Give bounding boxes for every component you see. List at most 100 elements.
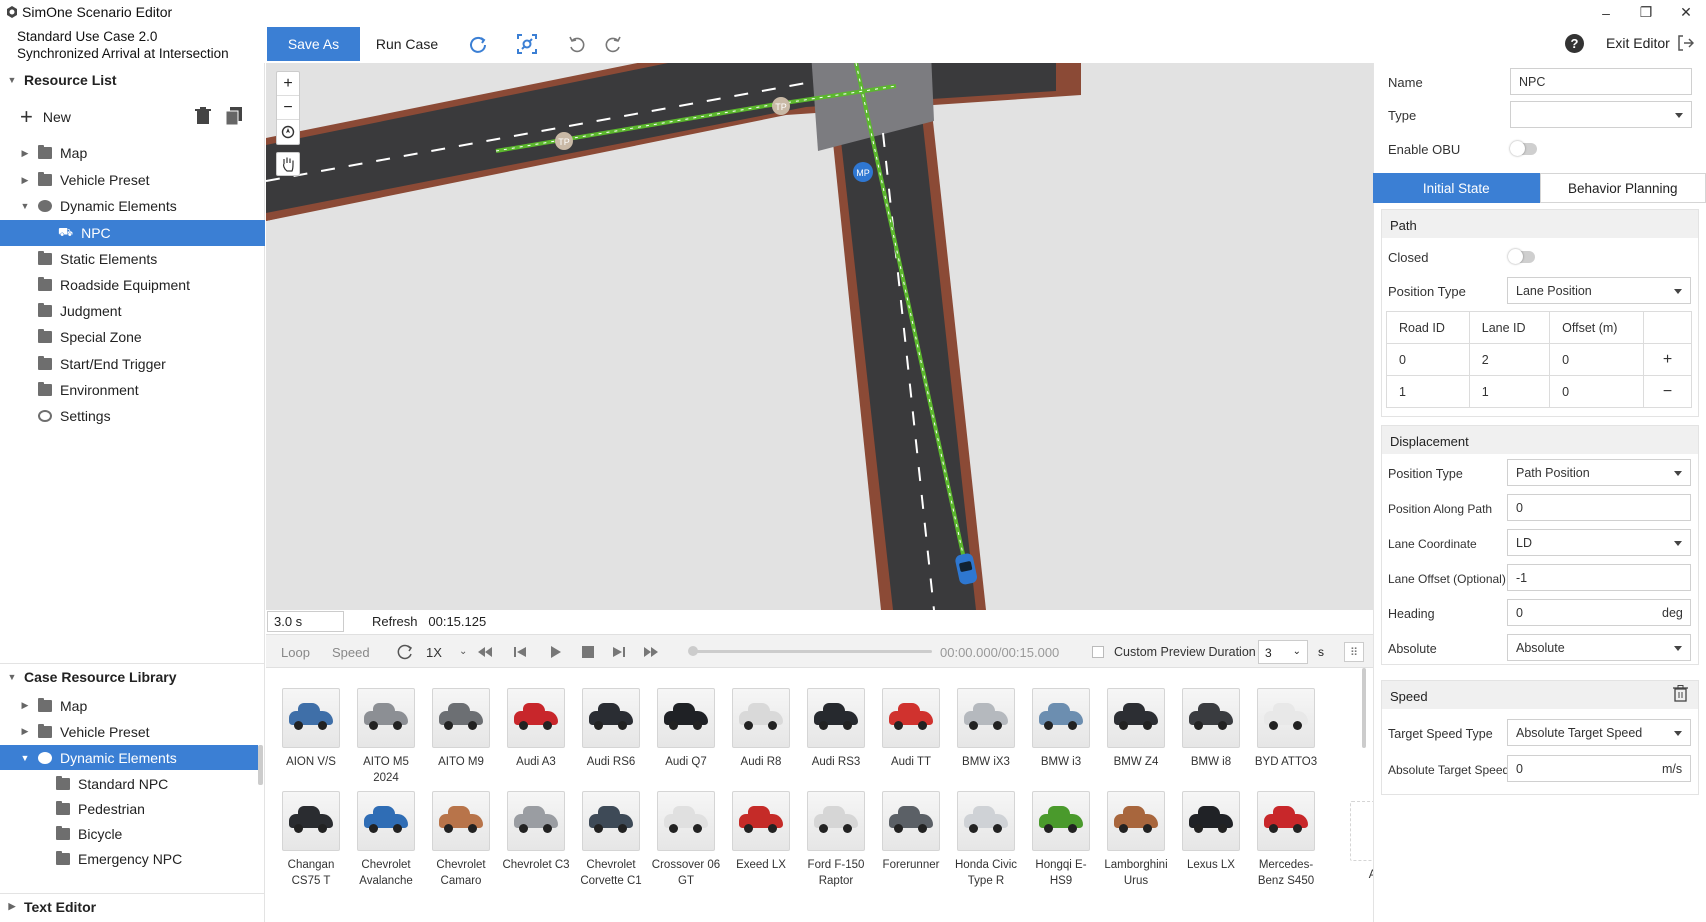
vehicle-card[interactable]: Mercedes-Benz S450 bbox=[1251, 791, 1321, 889]
tree-item-roadside-equipment[interactable]: Roadside Equipment bbox=[0, 272, 265, 298]
tree-item-dynamic-elements[interactable]: ▼ Dynamic Elements bbox=[0, 193, 265, 219]
restore-button[interactable]: ❐ bbox=[1626, 0, 1666, 25]
timeline-knob[interactable] bbox=[688, 646, 698, 656]
tp-marker-2[interactable]: TP bbox=[772, 97, 790, 115]
stop-icon[interactable] bbox=[579, 644, 597, 660]
lib-item-dynamic-elements[interactable]: ▼ Dynamic Elements bbox=[0, 745, 258, 770]
redo-icon[interactable] bbox=[602, 33, 624, 55]
closed-toggle[interactable] bbox=[1508, 249, 1535, 264]
tree-item-settings[interactable]: Settings bbox=[0, 403, 265, 429]
vehicle-card[interactable]: Audi RS6 bbox=[576, 688, 646, 770]
vehicle-card[interactable]: BMW iX3 bbox=[951, 688, 1021, 770]
vehicle-card[interactable]: BMW i3 bbox=[1026, 688, 1096, 770]
mp-marker[interactable]: MP bbox=[853, 162, 873, 182]
focus-icon[interactable] bbox=[516, 33, 538, 55]
vehicle-card[interactable]: Chevrolet Avalanche bbox=[351, 791, 421, 889]
library-scrollbar[interactable] bbox=[1362, 668, 1366, 748]
vehicle-card[interactable]: Forerunner bbox=[876, 791, 946, 873]
tree-item-map[interactable]: ▶ Map bbox=[0, 140, 265, 166]
play-icon[interactable] bbox=[546, 644, 564, 660]
timeline-track[interactable] bbox=[692, 650, 932, 653]
cell-offset[interactable]: 0 bbox=[1549, 375, 1644, 408]
vehicle-card[interactable]: Chevrolet Camaro bbox=[426, 791, 496, 889]
copy-icon[interactable] bbox=[226, 107, 242, 125]
vehicle-card[interactable]: Ford F-150 Raptor bbox=[801, 791, 871, 889]
road-map[interactable]: TP TP MP bbox=[266, 63, 1373, 610]
custom-duration-checkbox[interactable] bbox=[1092, 646, 1104, 658]
close-button[interactable]: ✕ bbox=[1666, 0, 1706, 25]
vehicle-card[interactable]: Chevrolet C3 bbox=[501, 791, 571, 873]
tree-item-npc[interactable]: ⛟ NPC bbox=[0, 220, 265, 246]
skip-start-icon[interactable] bbox=[511, 644, 529, 660]
vehicle-card[interactable]: Honda Civic Type R bbox=[951, 791, 1021, 889]
vehicle-card[interactable]: Audi R8 bbox=[726, 688, 796, 770]
library-scrollbar[interactable] bbox=[258, 745, 263, 785]
vehicle-card[interactable]: Hongqi E-HS9 bbox=[1026, 791, 1096, 889]
lane-coordinate-select[interactable]: LD bbox=[1507, 529, 1691, 556]
lib-item-emergency-npc[interactable]: Emergency NPC bbox=[0, 846, 265, 871]
delete-icon[interactable] bbox=[195, 107, 211, 125]
exit-editor-button[interactable]: Exit Editor bbox=[1606, 34, 1694, 52]
save-as-button[interactable]: Save As bbox=[267, 27, 360, 61]
lane-offset-input[interactable]: -1 bbox=[1507, 564, 1691, 591]
cell-road-id[interactable]: 1 bbox=[1386, 375, 1470, 408]
delete-icon[interactable] bbox=[1673, 685, 1688, 702]
loop-icon[interactable] bbox=[396, 644, 414, 660]
vehicle-card[interactable]: AION V/S bbox=[276, 688, 346, 770]
pan-hand-icon[interactable] bbox=[276, 152, 300, 176]
tree-item-static-elements[interactable]: Static Elements bbox=[0, 246, 265, 272]
vehicle-card[interactable]: Lexus LX bbox=[1176, 791, 1246, 873]
vehicle-card[interactable]: Crossover 06 GT bbox=[651, 791, 721, 889]
rewind-icon[interactable] bbox=[476, 644, 494, 660]
help-icon[interactable]: ? bbox=[1565, 34, 1584, 53]
grip-icon[interactable]: ⠿ bbox=[1344, 642, 1364, 662]
path-position-type-select[interactable]: Lane Position bbox=[1507, 277, 1691, 304]
target-speed-type-select[interactable]: Absolute Target Speed bbox=[1507, 719, 1691, 746]
tree-item-vehicle-preset[interactable]: ▶ Vehicle Preset bbox=[0, 167, 265, 193]
cell-road-id[interactable]: 0 bbox=[1386, 343, 1470, 376]
vehicle-card[interactable]: BMW i8 bbox=[1176, 688, 1246, 770]
vehicle-card[interactable]: Lamborghini Urus bbox=[1101, 791, 1171, 889]
skip-end-icon[interactable] bbox=[610, 644, 628, 660]
lib-item-vehicle-preset[interactable]: ▶ Vehicle Preset bbox=[0, 719, 265, 744]
duration-select[interactable]: 3 ⌄ bbox=[1258, 640, 1308, 664]
tree-item-judgment[interactable]: Judgment bbox=[0, 298, 265, 324]
rate-select[interactable]: 1X bbox=[426, 645, 442, 660]
zoom-in-button[interactable]: + bbox=[277, 72, 299, 96]
refresh-icon[interactable] bbox=[467, 33, 489, 55]
cell-offset[interactable]: 0 bbox=[1549, 343, 1644, 376]
text-editor-header[interactable]: ▶ Text Editor bbox=[0, 893, 265, 919]
compass-icon[interactable] bbox=[277, 120, 299, 144]
position-along-path-input[interactable]: 0 bbox=[1507, 494, 1691, 521]
name-input[interactable]: NPC bbox=[1510, 68, 1692, 95]
add-row-button[interactable]: + bbox=[1643, 343, 1692, 376]
tree-item-start-end-trigger[interactable]: Start/End Trigger bbox=[0, 351, 265, 377]
resource-list-header[interactable]: ▼ Resource List bbox=[0, 67, 265, 93]
zoom-out-button[interactable]: − bbox=[277, 96, 299, 120]
tp-marker-1[interactable]: TP bbox=[555, 132, 573, 150]
vehicle-card[interactable]: Audi Q7 bbox=[651, 688, 721, 770]
case-library-header[interactable]: ▼ Case Resource Library bbox=[0, 663, 265, 689]
time-input[interactable]: 3.0 s bbox=[267, 611, 344, 632]
vehicle-card[interactable]: Audi A3 bbox=[501, 688, 571, 770]
lib-item-pedestrian[interactable]: Pedestrian bbox=[0, 796, 265, 821]
cell-lane-id[interactable]: 2 bbox=[1468, 343, 1551, 376]
vehicle-card[interactable]: AITO M9 bbox=[426, 688, 496, 770]
undo-icon[interactable] bbox=[566, 33, 588, 55]
tab-behavior-planning[interactable]: Behavior Planning bbox=[1539, 173, 1706, 203]
vehicle-card[interactable]: AITO M5 2024 bbox=[351, 688, 421, 786]
cell-lane-id[interactable]: 1 bbox=[1468, 375, 1551, 408]
remove-row-button[interactable]: − bbox=[1643, 375, 1692, 408]
tree-item-environment[interactable]: Environment bbox=[0, 377, 265, 403]
lib-item-standard-npc[interactable]: Standard NPC bbox=[0, 771, 265, 796]
vehicle-card[interactable]: BYD ATTO3 bbox=[1251, 688, 1321, 770]
absolute-select[interactable]: Absolute bbox=[1507, 634, 1691, 661]
vehicle-card[interactable]: BMW Z4 bbox=[1101, 688, 1171, 770]
fast-forward-icon[interactable] bbox=[642, 644, 660, 660]
tab-initial-state[interactable]: Initial State bbox=[1373, 173, 1540, 203]
vehicle-card[interactable]: Audi TT bbox=[876, 688, 946, 770]
loop-toggle[interactable]: Loop bbox=[281, 645, 310, 660]
new-resource-button[interactable]: + New bbox=[20, 104, 250, 129]
tree-item-special-zone[interactable]: Special Zone bbox=[0, 324, 265, 350]
obu-toggle[interactable] bbox=[1510, 141, 1537, 156]
